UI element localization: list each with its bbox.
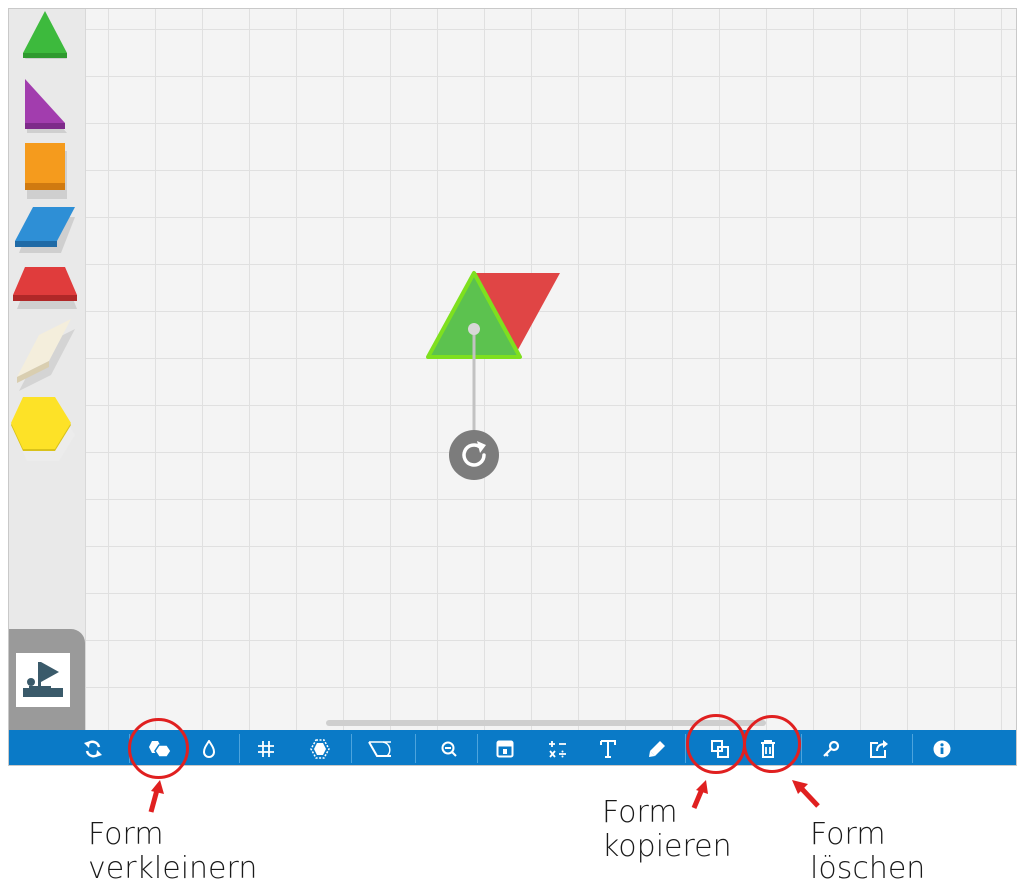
refresh-icon <box>84 740 102 758</box>
text-icon <box>600 740 616 758</box>
drop-icon <box>202 740 216 758</box>
arrow-delete <box>792 780 820 808</box>
rotate-handle[interactable] <box>449 430 499 480</box>
caption-resize-line2: verkleinern <box>88 851 258 886</box>
rotation-pivot <box>468 323 480 335</box>
stamp-button[interactable] <box>16 653 70 707</box>
caption-copy-line1: Form <box>602 795 678 830</box>
stamp-panel <box>9 629 85 730</box>
info-button[interactable] <box>927 734 957 764</box>
resize-shape-button[interactable] <box>145 734 175 764</box>
pen-icon <box>649 741 665 757</box>
bottom-toolbar <box>9 730 1016 765</box>
equation-button[interactable] <box>543 734 573 764</box>
shape-layer <box>426 271 560 480</box>
share-button[interactable] <box>864 734 894 764</box>
palette-trapezoid[interactable] <box>9 267 85 313</box>
outline-button[interactable] <box>305 734 335 764</box>
trash-icon <box>761 740 775 758</box>
outline-icon <box>310 739 330 759</box>
shape-palette <box>9 9 86 730</box>
grid-icon <box>258 741 274 757</box>
zoom-out-icon <box>441 741 457 757</box>
caption-resize: Form verkleinern <box>88 818 257 886</box>
caption-copy: Form kopieren <box>602 796 732 864</box>
palette-triangle[interactable] <box>9 11 85 69</box>
counter-icon <box>496 740 514 758</box>
zoom-out-button[interactable] <box>434 734 464 764</box>
text-button[interactable] <box>593 734 623 764</box>
palette-hexagon[interactable] <box>9 397 85 467</box>
grid-button[interactable] <box>251 734 281 764</box>
caption-copy-line2: kopieren <box>602 829 732 864</box>
arrow-resize <box>148 780 164 813</box>
math-icon <box>549 741 566 758</box>
copy-shape-button[interactable] <box>705 734 735 764</box>
palette-thin-rhombus[interactable] <box>9 319 85 395</box>
caption-delete: Form löschen <box>810 818 925 886</box>
key-icon <box>823 740 840 757</box>
app-window <box>8 8 1017 766</box>
angle-button[interactable] <box>365 734 395 764</box>
stamp-icon <box>23 662 63 697</box>
horizontal-scrollbar[interactable] <box>326 720 766 726</box>
info-icon <box>933 740 951 758</box>
fraction-button[interactable] <box>490 734 520 764</box>
reset-button[interactable] <box>78 734 108 764</box>
palette-square[interactable] <box>9 143 85 201</box>
delete-shape-button[interactable] <box>753 734 783 764</box>
copy-icon <box>711 740 729 758</box>
workspace-canvas[interactable] <box>86 9 1016 730</box>
key-button[interactable] <box>816 734 846 764</box>
caption-delete-line2: löschen <box>810 851 926 886</box>
color-button[interactable] <box>194 734 224 764</box>
caption-resize-line1: Form <box>88 817 164 852</box>
caption-delete-line1: Form <box>810 817 886 852</box>
palette-blue-rhombus[interactable] <box>9 207 85 257</box>
angle-icon <box>368 741 391 757</box>
hexagon-shrink-icon <box>149 741 172 758</box>
pen-button[interactable] <box>642 734 672 764</box>
palette-right-triangle[interactable] <box>9 79 85 141</box>
share-icon <box>870 740 888 758</box>
